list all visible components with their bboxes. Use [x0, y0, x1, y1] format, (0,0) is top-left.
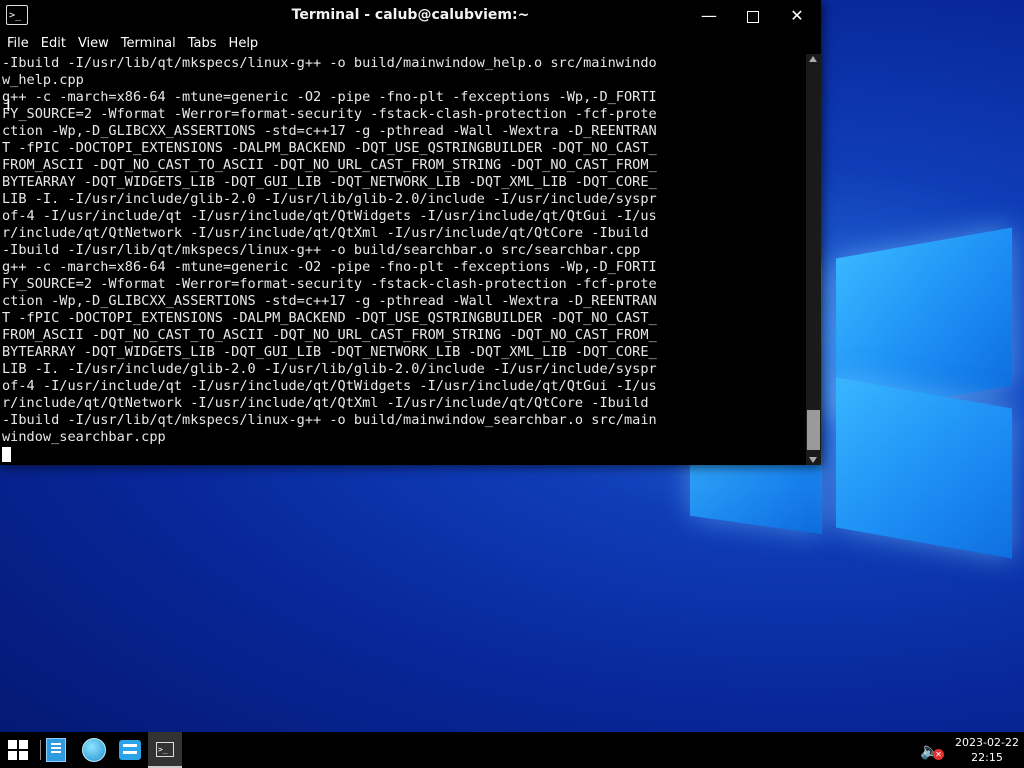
- terminal-line: g++ -c -march=x86-64 -mtune=generic -O2 …: [2, 89, 657, 105]
- minimize-button[interactable]: —: [687, 0, 731, 32]
- maximize-button[interactable]: [731, 0, 775, 32]
- terminal-line: of-4 -I/usr/include/qt -I/usr/include/qt…: [2, 208, 657, 224]
- terminal-prompt-line[interactable]: [2, 446, 806, 463]
- terminal-line: window_searchbar.cpp: [2, 429, 166, 445]
- file-manager-button[interactable]: [44, 732, 68, 768]
- file-manager-icon: [46, 738, 66, 762]
- browser-icon: [82, 738, 106, 762]
- terminal-line: g++ -c -march=x86-64 -mtune=generic -O2 …: [2, 259, 657, 275]
- terminal-line: T -fPIC -DOCTOPI_EXTENSIONS -DALPM_BACKE…: [2, 140, 657, 156]
- terminal-line: BYTEARRAY -DQT_WIDGETS_LIB -DQT_GUI_LIB …: [2, 174, 657, 190]
- terminal-line: -Ibuild -I/usr/lib/qt/mkspecs/linux-g++ …: [2, 55, 657, 71]
- settings-button[interactable]: [116, 732, 144, 768]
- terminal-line: ction -Wp,-D_GLIBCXX_ASSERTIONS -std=c++…: [2, 123, 657, 139]
- terminal-line: LIB -I. -I/usr/include/glib-2.0 -I/usr/l…: [2, 191, 657, 207]
- terminal-line: T -fPIC -DOCTOPI_EXTENSIONS -DALPM_BACKE…: [2, 310, 657, 326]
- menu-edit[interactable]: Edit: [41, 36, 66, 51]
- terminal-line: FROM_ASCII -DQT_NO_CAST_TO_ASCII -DQT_NO…: [2, 327, 657, 343]
- start-icon: [8, 740, 28, 760]
- terminal-icon: >_: [156, 741, 174, 757]
- text-cursor: [2, 446, 11, 462]
- clock-date: 2023-02-22: [955, 736, 1019, 749]
- terminal-output[interactable]: -Ibuild -I/usr/lib/qt/mkspecs/linux-g++ …: [0, 54, 806, 465]
- clock-time: 22:15: [971, 751, 1003, 764]
- menu-tabs[interactable]: Tabs: [188, 36, 217, 51]
- terminal-line: r/include/qt/QtNetwork -I/usr/include/qt…: [2, 225, 649, 241]
- terminal-line: ction -Wp,-D_GLIBCXX_ASSERTIONS -std=c++…: [2, 293, 657, 309]
- scroll-up-icon[interactable]: [809, 56, 817, 62]
- menu-bar: File Edit View Terminal Tabs Help: [0, 32, 821, 54]
- maximize-icon: [747, 10, 759, 23]
- muted-icon: ✕: [933, 749, 944, 760]
- terminal-line: FY_SOURCE=2 -Wformat -Werror=format-secu…: [2, 106, 657, 122]
- terminal-line: -Ibuild -I/usr/lib/qt/mkspecs/linux-g++ …: [2, 242, 641, 258]
- clock[interactable]: 2023-02-22 22:15: [950, 735, 1024, 765]
- terminal-window[interactable]: >_ Terminal - calub@calubviem:~ — ✕ File…: [0, 0, 821, 465]
- menu-view[interactable]: View: [78, 36, 109, 51]
- vertical-scrollbar[interactable]: [806, 54, 821, 465]
- mouse-ibeam-cursor-icon: I: [6, 96, 11, 115]
- settings-icon: [119, 740, 141, 760]
- terminal-line: -Ibuild -I/usr/lib/qt/mkspecs/linux-g++ …: [2, 412, 657, 428]
- taskbar-separator: [40, 740, 41, 760]
- menu-help[interactable]: Help: [229, 36, 259, 51]
- terminal-line: LIB -I. -I/usr/include/glib-2.0 -I/usr/l…: [2, 361, 657, 377]
- scrollbar-thumb[interactable]: [807, 410, 820, 450]
- terminal-line: r/include/qt/QtNetwork -I/usr/include/qt…: [2, 395, 649, 411]
- volume-button[interactable]: 🔈 ✕: [916, 732, 944, 768]
- browser-button[interactable]: [80, 732, 108, 768]
- taskbar: >_ 🔈 ✕ 2023-02-22 22:15: [0, 732, 1024, 768]
- terminal-line: FY_SOURCE=2 -Wformat -Werror=format-secu…: [2, 276, 657, 292]
- terminal-line: FROM_ASCII -DQT_NO_CAST_TO_ASCII -DQT_NO…: [2, 157, 657, 173]
- scroll-down-icon[interactable]: [809, 457, 817, 463]
- menu-terminal[interactable]: Terminal: [121, 36, 176, 51]
- start-button[interactable]: [0, 732, 36, 768]
- title-bar[interactable]: >_ Terminal - calub@calubviem:~ — ✕: [0, 0, 821, 32]
- menu-file[interactable]: File: [7, 36, 29, 51]
- terminal-taskbar-button[interactable]: >_: [148, 732, 182, 768]
- terminal-line: BYTEARRAY -DQT_WIDGETS_LIB -DQT_GUI_LIB …: [2, 344, 657, 360]
- terminal-line: of-4 -I/usr/include/qt -I/usr/include/qt…: [2, 378, 657, 394]
- close-button[interactable]: ✕: [775, 0, 819, 32]
- terminal-line: w_help.cpp: [2, 72, 84, 88]
